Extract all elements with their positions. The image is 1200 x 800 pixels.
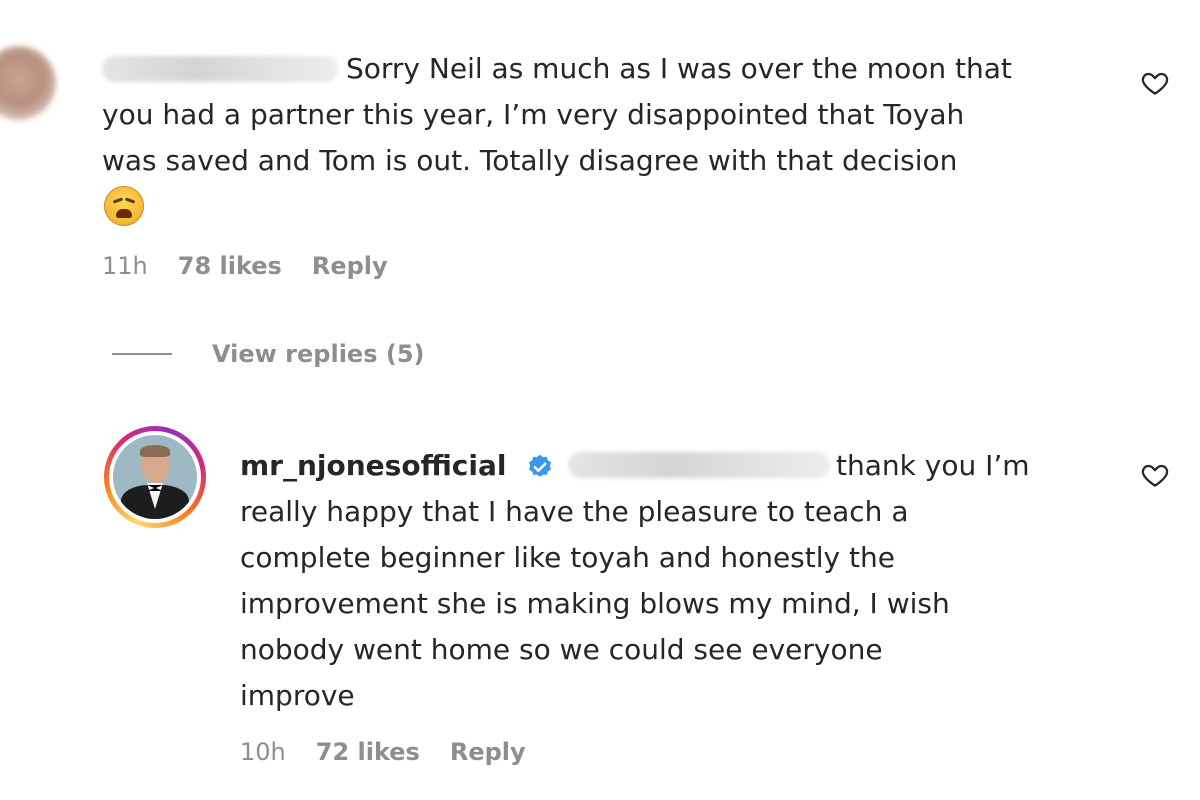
comment-text: you had a partner this year, I’m very di… [102, 98, 965, 177]
likes-count-button[interactable]: 78 likes [178, 252, 282, 280]
view-replies-label: View replies (5) [212, 340, 425, 368]
heart-outline-icon[interactable] [1140, 68, 1170, 98]
comment-time: 11h [102, 252, 148, 280]
weary-face-emoji-icon [104, 186, 144, 226]
view-replies-button[interactable]: View replies (5) [112, 340, 424, 368]
reply-button[interactable]: Reply [312, 252, 388, 280]
divider-line [112, 353, 172, 355]
avatar[interactable] [104, 426, 206, 528]
comment-time: 10h [240, 738, 286, 766]
comment-meta: 10h 72 likes Reply [240, 738, 526, 766]
profile-photo [113, 435, 197, 519]
avatar[interactable] [0, 46, 56, 120]
comment-text: really happy that I have the pleasure to… [240, 495, 950, 712]
reply-button[interactable]: Reply [450, 738, 526, 766]
heart-outline-icon[interactable] [1140, 460, 1170, 490]
comment-meta: 11h 78 likes Reply [102, 252, 388, 280]
likes-count-button[interactable]: 72 likes [316, 738, 420, 766]
